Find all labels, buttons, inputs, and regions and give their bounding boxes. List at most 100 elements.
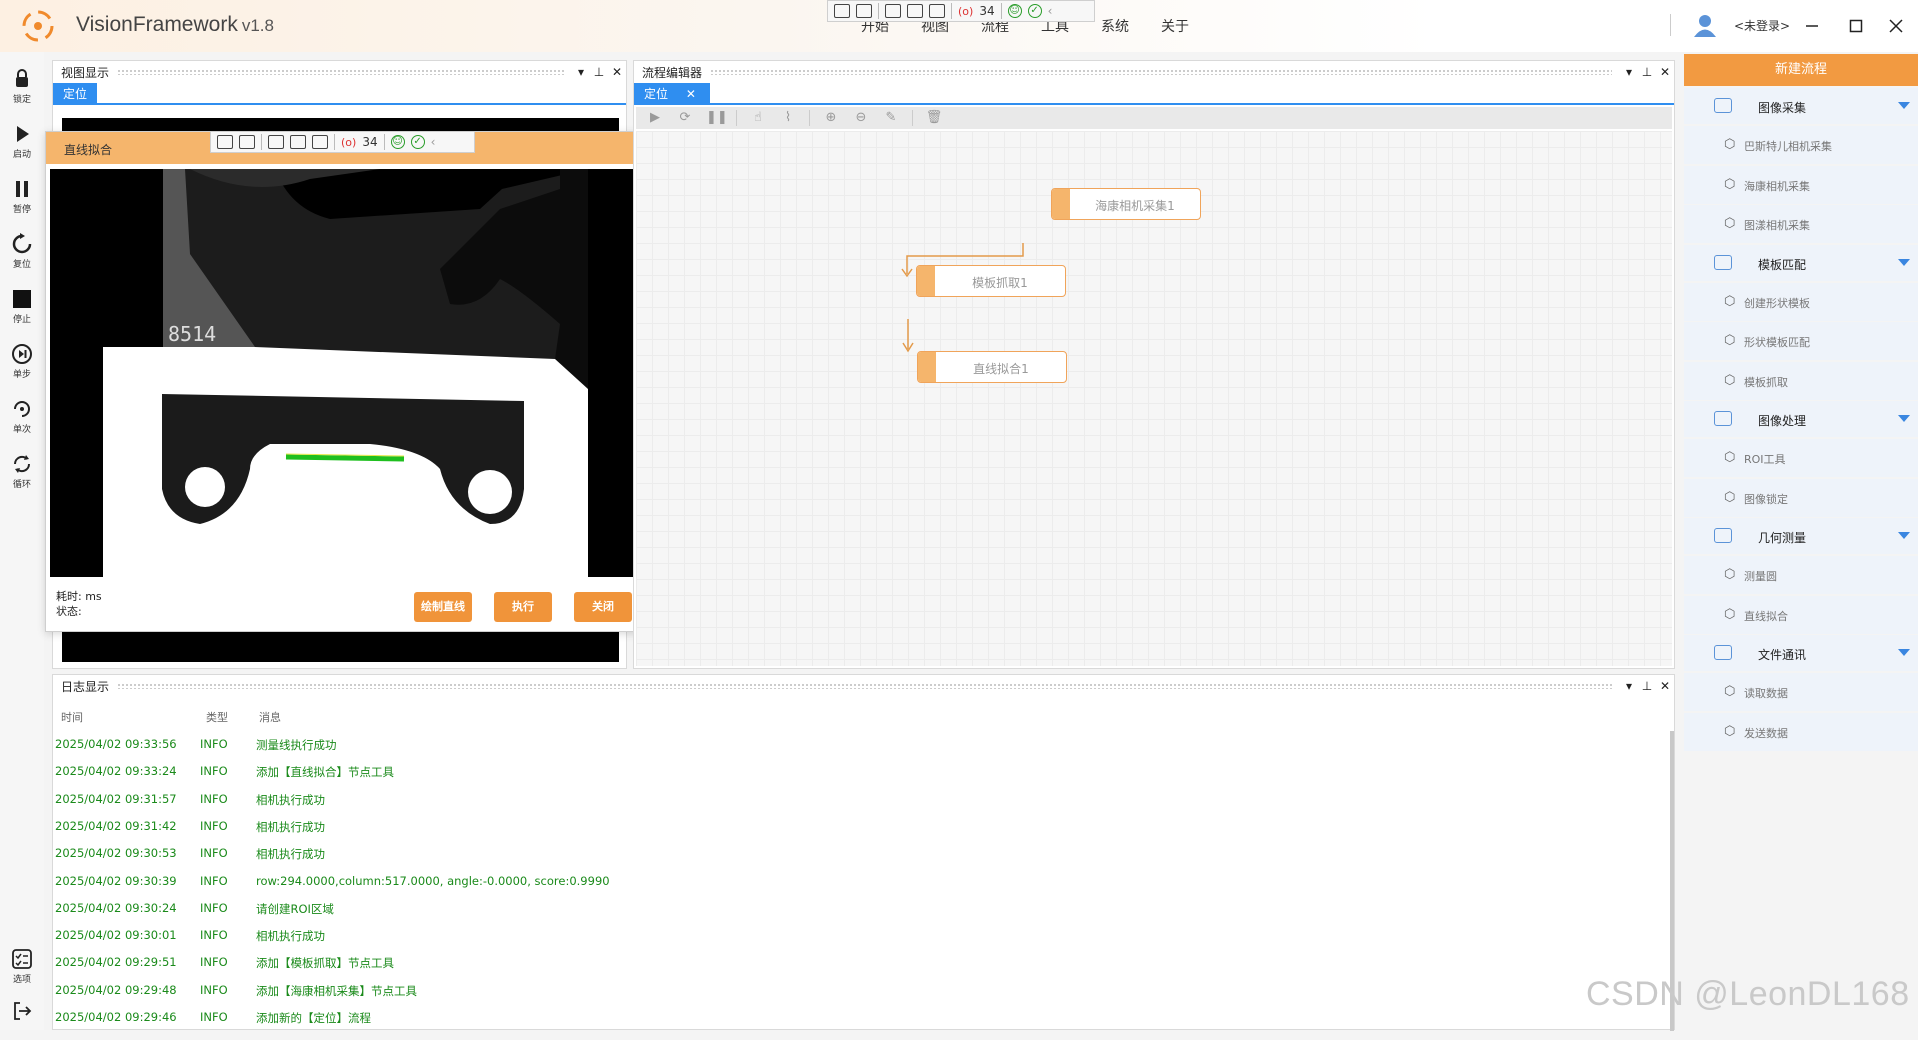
pointer-icon[interactable]	[885, 4, 901, 18]
library-item[interactable]: ⬡ 海康相机采集	[1684, 165, 1918, 204]
check-icon[interactable]: ✓	[1027, 4, 1042, 18]
tab-flow-locate[interactable]: 定位 ✕	[634, 83, 710, 105]
log-time: 2025/04/02 09:30:01	[55, 928, 177, 943]
log-message: 相机执行成功	[256, 929, 325, 944]
dropdown-icon[interactable]: ▾	[1620, 65, 1638, 79]
camera-icon[interactable]	[239, 135, 255, 149]
connect-icon[interactable]: ⌇	[779, 110, 797, 126]
library-category[interactable]: 文件通讯	[1684, 635, 1918, 671]
delete-icon[interactable]: 🗑	[925, 110, 943, 126]
camera-icon[interactable]	[856, 4, 872, 18]
capture-icon[interactable]	[834, 4, 850, 18]
zoom-in-icon[interactable]: ⊕	[822, 110, 840, 126]
dropdown-icon[interactable]: ▾	[572, 65, 590, 79]
collapse-icon[interactable]: ‹	[431, 135, 436, 149]
tab-close-icon[interactable]: ✕	[686, 87, 696, 101]
expand-arrow-icon[interactable]	[1898, 415, 1910, 422]
user-avatar-icon[interactable]	[1692, 12, 1718, 38]
region-icon[interactable]	[290, 135, 306, 149]
minimize-button[interactable]	[1798, 12, 1826, 40]
stop-button[interactable]: 停止	[0, 280, 44, 328]
expand-arrow-icon[interactable]	[1898, 102, 1910, 109]
panel-close-icon[interactable]: ✕	[1656, 65, 1674, 79]
library-item[interactable]: ⬡ 图像锁定	[1684, 478, 1918, 517]
library-item[interactable]: ⬡ ROI工具	[1684, 439, 1918, 477]
library-item[interactable]: ⬡ 创建形状模板	[1684, 282, 1918, 321]
login-status[interactable]: <未登录>	[1734, 17, 1790, 34]
log-type: INFO	[200, 791, 228, 806]
category-icon	[1714, 98, 1732, 113]
flow-node-line-fit[interactable]: 直线拟合1	[917, 351, 1067, 383]
library-item[interactable]: ⬡ 模板抓取	[1684, 361, 1918, 400]
flow-canvas[interactable]: 海康相机采集1 模板抓取1 直线拟合1	[636, 131, 1672, 666]
options-button[interactable]: 选项	[0, 940, 44, 988]
maximize-icon	[1849, 19, 1863, 33]
edit-icon[interactable]: ✎	[882, 110, 900, 126]
tab-locate[interactable]: 定位	[53, 83, 98, 105]
expand-arrow-icon[interactable]	[1898, 649, 1910, 656]
log-message: 测量线执行成功	[256, 738, 337, 752]
step-icon	[12, 344, 32, 364]
expand-arrow-icon[interactable]	[1898, 258, 1910, 266]
pin-icon[interactable]: ⊥	[1638, 65, 1656, 79]
region-icon[interactable]	[907, 4, 923, 18]
flow-node-hik-camera[interactable]: 海康相机采集1	[1051, 188, 1201, 220]
library-category[interactable]: 图像采集	[1684, 88, 1918, 124]
panel-close-icon[interactable]: ✕	[1656, 679, 1674, 693]
pin-icon[interactable]: ⊥	[1638, 679, 1656, 693]
capture-icon[interactable]	[217, 135, 233, 149]
pause-button[interactable]: 暂停	[0, 170, 44, 218]
check-icon[interactable]: ✓	[410, 135, 425, 149]
accessibility-icon[interactable]: ☺	[1007, 4, 1022, 18]
execute-button[interactable]: 执行	[494, 592, 552, 622]
step-button[interactable]: 单步	[0, 335, 44, 383]
library-category[interactable]: 几何测量	[1684, 518, 1918, 554]
logout-button[interactable]	[0, 992, 44, 1040]
library-category[interactable]: 图像处理	[1684, 401, 1918, 437]
record-icon[interactable]: (o)	[958, 5, 973, 18]
pin-icon[interactable]: ⊥	[590, 65, 608, 79]
menu-about[interactable]: 关于	[1145, 16, 1205, 36]
refresh-icon[interactable]: ⟳	[676, 110, 694, 126]
library-item[interactable]: ⬡ 直线拟合	[1684, 595, 1918, 634]
cube-icon: ⬡	[1724, 489, 1736, 505]
log-row: 2025/04/02 09:30:01 INFO 相机执行成功	[55, 922, 1665, 949]
log-time: 2025/04/02 09:29:48	[55, 982, 177, 997]
panel-close-icon[interactable]: ✕	[608, 65, 626, 79]
line-fit-dialog: 直线拟合 8514 耗时: ms 状态: 绘制直线 执行 关闭	[45, 131, 646, 632]
collapse-icon[interactable]: ‹	[1048, 4, 1053, 18]
new-flow-button[interactable]: 新建流程	[1684, 54, 1918, 86]
library-item[interactable]: ⬡ 巴斯特儿相机采集	[1684, 126, 1918, 164]
library-item[interactable]: ⬡ 形状模板匹配	[1684, 322, 1918, 360]
log-type: INFO	[200, 846, 228, 861]
lock-button[interactable]: 锁定	[0, 60, 44, 108]
run-once-button[interactable]: 单次	[0, 390, 44, 438]
maximize-button[interactable]	[1842, 12, 1870, 40]
log-row: 2025/04/02 09:31:42 INFO 相机执行成功	[55, 813, 1665, 840]
library-category[interactable]: 模板匹配	[1684, 244, 1918, 281]
screen-icon[interactable]	[929, 4, 945, 18]
screen-icon[interactable]	[312, 135, 328, 149]
inspection-image[interactable]: 8514	[50, 169, 640, 577]
close-dialog-button[interactable]: 关闭	[574, 592, 632, 622]
start-button[interactable]: 启动	[0, 115, 44, 163]
accessibility-icon[interactable]: ☺	[390, 135, 405, 149]
pause-icon[interactable]: ❚❚	[706, 110, 728, 126]
library-item[interactable]: ⬡ 发送数据	[1684, 712, 1918, 751]
record-icon[interactable]: (o)	[341, 136, 356, 149]
flow-node-template-grab[interactable]: 模板抓取1	[916, 265, 1066, 297]
library-item[interactable]: ⬡ 测量圆	[1684, 556, 1918, 594]
hand-icon[interactable]: ☝	[749, 110, 767, 126]
close-window-button[interactable]	[1882, 12, 1910, 40]
loop-button[interactable]: 循环	[0, 445, 44, 493]
library-item[interactable]: ⬡ 读取数据	[1684, 673, 1918, 711]
reset-button[interactable]: 复位	[0, 225, 44, 273]
library-item[interactable]: ⬡ 图漾相机采集	[1684, 205, 1918, 243]
flow-panel-header: 流程编辑器 ▾ ⊥ ✕	[634, 61, 1674, 83]
expand-arrow-icon[interactable]	[1898, 532, 1910, 539]
zoom-out-icon[interactable]: ⊖	[852, 110, 870, 126]
run-icon[interactable]: ▶	[646, 110, 664, 126]
pointer-icon[interactable]	[268, 135, 284, 149]
dropdown-icon[interactable]: ▾	[1620, 679, 1638, 693]
draw-line-button[interactable]: 绘制直线	[414, 592, 472, 622]
